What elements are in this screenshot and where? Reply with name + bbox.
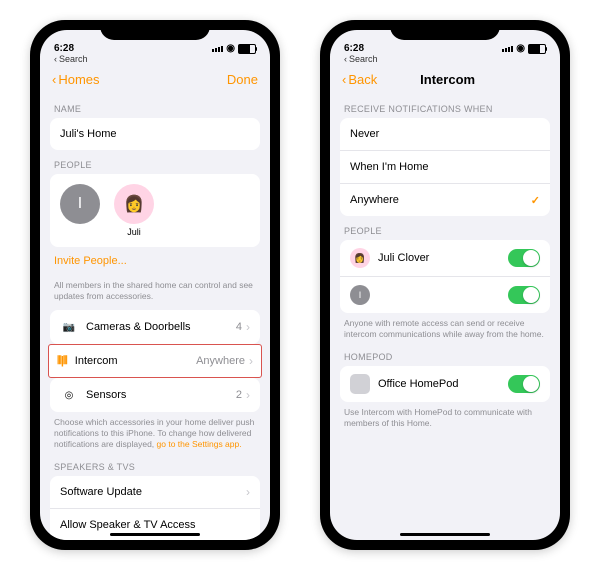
chevron-right-icon: ›	[246, 320, 250, 334]
back-button[interactable]: ‹Back	[342, 72, 377, 87]
opt-anywhere[interactable]: Anywhere✓	[340, 184, 550, 216]
person-row-juli: 👩Juli Clover	[340, 240, 550, 277]
person-me[interactable]: I	[60, 184, 100, 237]
battery-icon	[238, 44, 256, 54]
home-name-field[interactable]: Juli's Home	[50, 118, 260, 150]
homepod-note: Use Intercom with HomePod to communicate…	[330, 402, 560, 431]
chevron-left-icon: ‹	[52, 72, 56, 87]
nav-bar: ‹Back Intercom	[330, 64, 560, 94]
invite-people-button[interactable]: Invite People...	[40, 247, 270, 275]
avatar: 👩	[350, 248, 370, 268]
receive-header: Receive Notifications When	[330, 94, 560, 118]
status-time: 6:28	[54, 43, 74, 54]
homepod-icon	[350, 374, 370, 394]
row-sensors[interactable]: ◎Sensors2›	[50, 378, 260, 412]
battery-icon	[528, 44, 546, 54]
person-juli[interactable]: 👩Juli	[114, 184, 154, 237]
signal-icon	[502, 46, 513, 52]
notif-note: Choose which accessories in your home de…	[40, 412, 270, 452]
back-to-search[interactable]: ‹Search	[330, 54, 560, 64]
home-indicator[interactable]	[110, 533, 200, 536]
phone-right: 6:28 ◉ ‹Search ‹Back Intercom Receive No…	[320, 20, 570, 550]
back-button[interactable]: ‹Homes	[52, 72, 100, 87]
phone-left: 6:28 ◉ ‹Search ‹Homes Done Name Juli's H…	[30, 20, 280, 550]
signal-icon	[212, 46, 223, 52]
avatar: I	[60, 184, 100, 224]
row-intercom[interactable]: ⦀|⦀IntercomAnywhere›	[49, 345, 261, 377]
avatar: I	[350, 285, 370, 305]
toggle[interactable]	[508, 375, 540, 393]
name-header: Name	[40, 94, 270, 118]
chevron-left-icon: ‹	[342, 72, 346, 87]
avatar: 👩	[114, 184, 154, 224]
person-row-me: II	[340, 277, 550, 313]
home-indicator[interactable]	[400, 533, 490, 536]
homepod-row: Office HomePod	[340, 366, 550, 402]
nav-bar: ‹Homes Done	[40, 64, 270, 94]
row-cameras[interactable]: 📷Cameras & Doorbells4›	[50, 310, 260, 344]
speakers-header: Speakers & TVs	[40, 452, 270, 476]
opt-when-home[interactable]: When I'm Home	[340, 151, 550, 184]
sensor-icon: ◎	[60, 386, 78, 404]
chevron-right-icon: ›	[246, 485, 250, 499]
status-time: 6:28	[344, 43, 364, 54]
people-note: Anyone with remote access can send or re…	[330, 313, 560, 342]
members-note: All members in the shared home can contr…	[40, 275, 270, 304]
camera-icon: 📷	[60, 318, 78, 336]
back-to-search[interactable]: ‹Search	[40, 54, 270, 64]
checkmark-icon: ✓	[531, 194, 540, 207]
toggle[interactable]	[508, 286, 540, 304]
people-header: People	[330, 216, 560, 240]
highlighted-row: ⦀|⦀IntercomAnywhere›	[48, 344, 262, 378]
opt-never[interactable]: Never	[340, 118, 550, 151]
wifi-icon: ◉	[226, 43, 235, 54]
row-software-update[interactable]: Software Update›	[50, 476, 260, 509]
intercom-icon: ⦀|⦀	[57, 355, 67, 368]
chevron-left-icon: ‹	[344, 54, 347, 64]
homepod-header: HomePod	[330, 342, 560, 366]
people-header: People	[40, 150, 270, 174]
toggle[interactable]	[508, 249, 540, 267]
done-button[interactable]: Done	[227, 72, 258, 87]
settings-link[interactable]: go to the Settings app.	[157, 439, 242, 449]
people-card: I 👩Juli	[50, 174, 260, 247]
chevron-right-icon: ›	[246, 388, 250, 402]
chevron-left-icon: ‹	[54, 54, 57, 64]
chevron-right-icon: ›	[249, 354, 253, 368]
nav-title: Intercom	[420, 72, 475, 87]
wifi-icon: ◉	[516, 43, 525, 54]
